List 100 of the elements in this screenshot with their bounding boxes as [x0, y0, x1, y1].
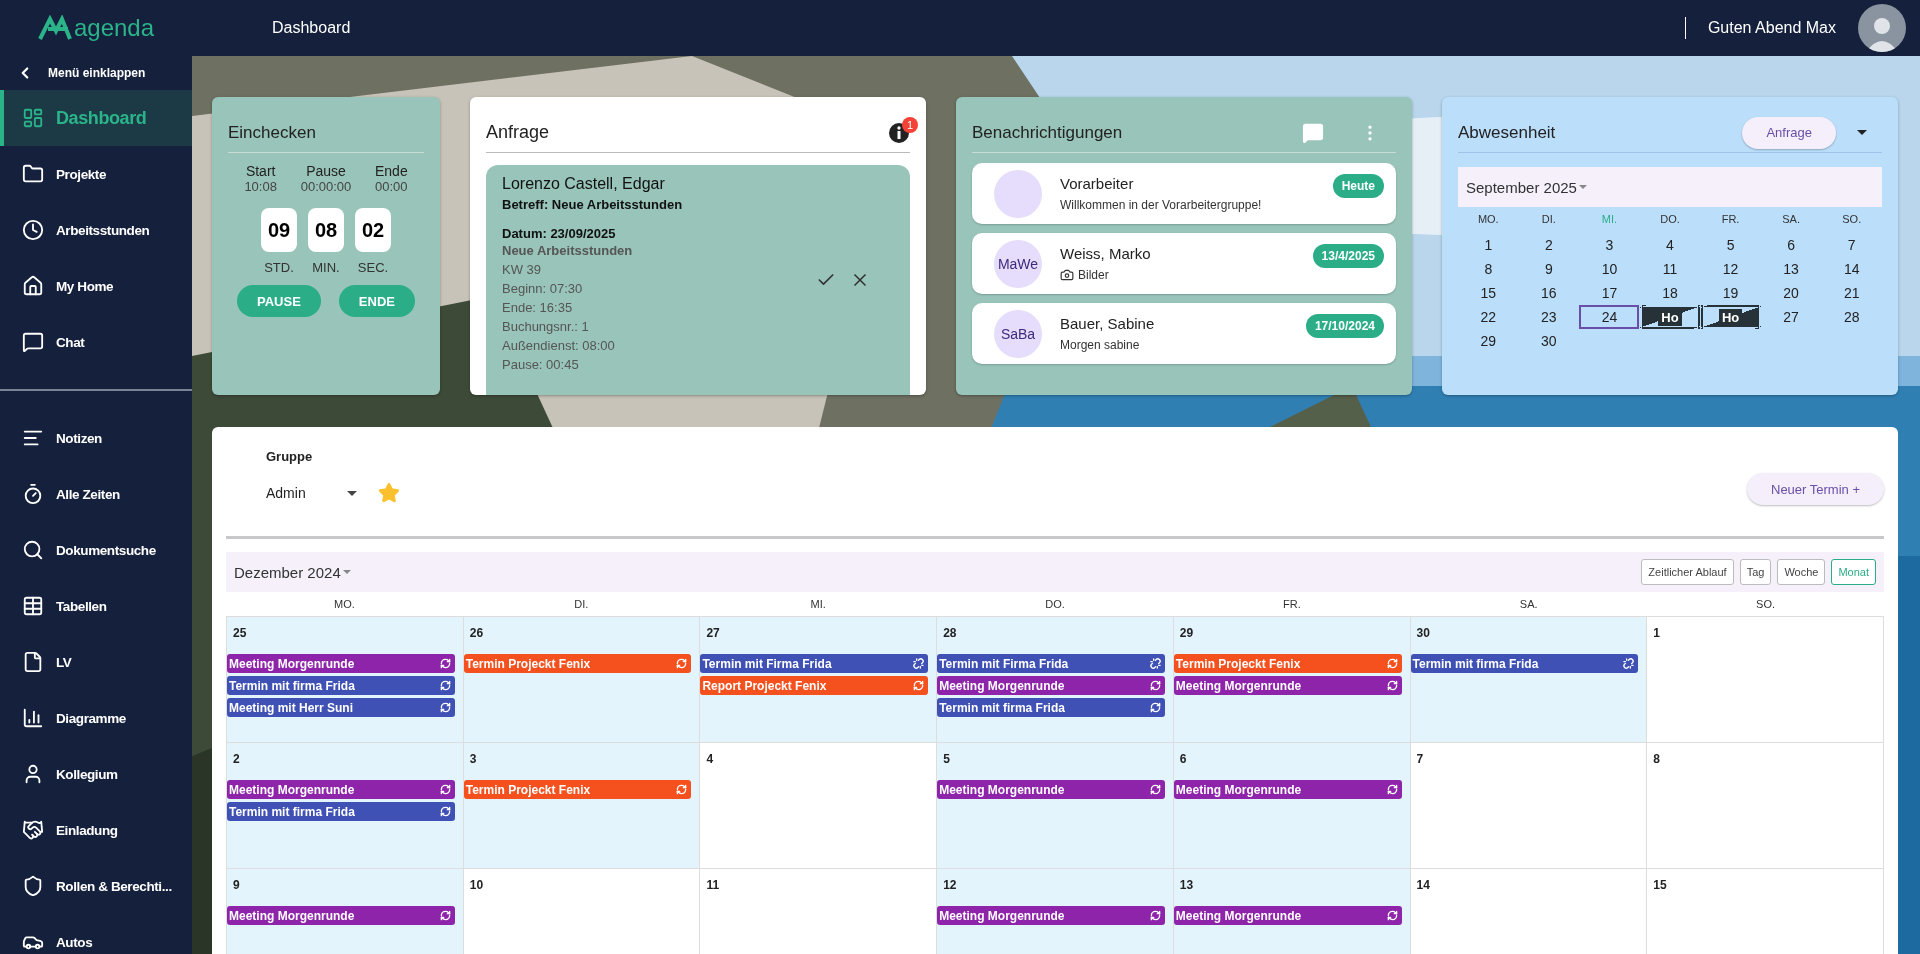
sidebar-item[interactable]: Chat — [0, 314, 192, 370]
calendar-day[interactable]: 9 — [1518, 257, 1579, 281]
sidebar-item[interactable]: Dashboard — [0, 90, 192, 146]
calendar-event[interactable]: Meeting Morgenrunde — [227, 780, 455, 799]
calendar-day[interactable]: 21 — [1821, 281, 1882, 305]
calendar-event[interactable]: Meeting Morgenrunde — [937, 676, 1165, 695]
view-tab[interactable]: Zeitlicher Ablauf — [1641, 559, 1734, 585]
calendar-event[interactable]: Meeting Morgenrunde — [227, 654, 455, 673]
message-text: Bilder — [1078, 268, 1109, 282]
calendar-day[interactable]: 15 — [1458, 281, 1519, 305]
sidebar-item[interactable]: Kollegium — [0, 746, 192, 802]
avatar[interactable] — [1858, 4, 1906, 52]
calendar-event[interactable]: Termin mit firma Frida — [937, 698, 1165, 717]
repeat-icon — [439, 784, 451, 795]
absence-day[interactable]: Ho — [1640, 305, 1700, 329]
month-selector[interactable]: September 2025 — [1466, 178, 1587, 196]
sidebar-item[interactable]: Rollen & Berechti... — [0, 858, 192, 914]
calendar-event[interactable]: Termin mit firma Frida — [227, 676, 455, 695]
calendar-event[interactable]: Termin mit firma Frida — [1410, 654, 1639, 673]
calendar-day[interactable]: 14 — [1821, 257, 1882, 281]
calendar-event[interactable]: Meeting Morgenrunde — [1173, 906, 1402, 925]
timer-digits: 09 — [261, 208, 297, 252]
notification-item[interactable]: MaWe Weiss, Marko Bilder 13/4/2025 — [972, 233, 1396, 294]
chat-icon — [22, 331, 44, 353]
sidebar-item[interactable]: Tabellen — [0, 578, 192, 634]
calendar-day[interactable]: 4 — [1640, 233, 1700, 257]
sidebar-item[interactable]: LV — [0, 634, 192, 690]
sidebar-item[interactable]: Projekte — [0, 146, 192, 202]
calendar-day[interactable]: 10 — [1579, 257, 1640, 281]
calendar-day[interactable]: 28 — [1821, 305, 1882, 329]
month-selector[interactable]: Dezember 2024 — [234, 563, 351, 581]
calendar-day[interactable]: 24 — [1579, 305, 1640, 329]
calendar-event[interactable]: Meeting Morgenrunde — [937, 906, 1165, 925]
calendar-event[interactable]: Meeting Morgenrunde — [937, 780, 1165, 799]
date-badge: 17/10/2024 — [1305, 314, 1384, 338]
calendar-day[interactable]: 23 — [1518, 305, 1579, 329]
day-number: 30 — [1415, 625, 1431, 642]
new-appointment-button[interactable]: Neuer Termin + — [1747, 473, 1884, 505]
notification-badge: 1 — [902, 116, 918, 133]
calendar-day[interactable]: 16 — [1518, 281, 1579, 305]
request-button[interactable]: Anfrage — [1742, 116, 1836, 149]
calendar-event[interactable]: Meeting Morgenrunde — [227, 906, 455, 925]
calendar-day[interactable]: 20 — [1761, 281, 1822, 305]
star-icon[interactable] — [377, 482, 400, 504]
repeat-icon — [1386, 680, 1398, 691]
calendar-day[interactable]: 13 — [1761, 257, 1822, 281]
group-select[interactable]: Admin — [266, 485, 358, 501]
dropdown-icon[interactable] — [1856, 128, 1868, 137]
sidebar-item[interactable]: Arbeitsstunden — [0, 202, 192, 258]
calendar-event[interactable]: Meeting mit Herr Suni — [227, 698, 455, 717]
logo-text: agenda — [73, 14, 155, 42]
calendar-day[interactable]: 12 — [1700, 257, 1761, 281]
notification-item[interactable]: SaBa Bauer, Sabine Morgen sabine 17/10/2024 — [972, 303, 1396, 364]
day-number: 2 — [232, 751, 241, 768]
calendar-day[interactable]: 3 — [1579, 233, 1640, 257]
calendar-day[interactable]: 11 — [1640, 257, 1700, 281]
absence-day[interactable]: Ho — [1700, 305, 1761, 329]
sender-name: Weiss, Marko — [1060, 245, 1152, 262]
calendar-day[interactable]: 7 — [1821, 233, 1882, 257]
calendar-day[interactable]: 6 — [1761, 233, 1822, 257]
day-number: 29 — [1178, 625, 1195, 642]
sidebar-item[interactable]: Einladung — [0, 802, 192, 858]
calendar-event[interactable]: Termin mit firma Frida — [227, 802, 455, 821]
weekday-label: FR. — [1721, 213, 1740, 227]
avatar — [994, 169, 1042, 218]
sidebar-item[interactable]: Alle Zeiten — [0, 466, 192, 522]
sidebar-item[interactable]: My Home — [0, 258, 192, 314]
calendar-event[interactable]: Termin mit Firma Frida — [700, 654, 929, 673]
calendar-day[interactable]: 5 — [1700, 233, 1761, 257]
repeat-icon — [1149, 680, 1161, 691]
sidebar-item[interactable]: Notizen — [0, 410, 192, 466]
day-number: 1 — [1652, 625, 1661, 642]
date-badge: 13/4/2025 — [1312, 244, 1384, 268]
sidebar-item[interactable]: Diagramme — [0, 690, 192, 746]
calendar-day[interactable]: 19 — [1700, 281, 1761, 305]
sidebar-item[interactable]: Autos — [0, 914, 192, 954]
column-label: Start — [244, 163, 277, 179]
calendar-day[interactable]: 27 — [1761, 305, 1822, 329]
request-subject: Betreff: Neue Arbeitsstunden — [502, 197, 684, 212]
request-date: Datum: 23/09/2025 — [502, 226, 617, 241]
calendar-event[interactable]: Meeting Morgenrunde — [1173, 780, 1402, 799]
calendar-day[interactable]: 18 — [1640, 281, 1700, 305]
calendar-day[interactable]: 1 — [1458, 233, 1519, 257]
collapse-menu-button[interactable]: Menü einklappen — [0, 56, 192, 90]
calendar-day[interactable]: 29 — [1458, 329, 1519, 353]
view-tab[interactable]: Woche — [1777, 559, 1826, 585]
calendar-event[interactable]: Termin mit Firma Frida — [937, 654, 1165, 673]
calendar-event[interactable]: Meeting Morgenrunde — [1173, 676, 1402, 695]
calendar-day[interactable]: 2 — [1518, 233, 1579, 257]
sidebar-item[interactable]: Dokumentsuche — [0, 522, 192, 578]
view-tab[interactable]: Tag — [1739, 559, 1772, 585]
day-number: 13 — [1178, 877, 1195, 894]
notification-item[interactable]: Vorarbeiter Willkommen in der Vorarbeitergruppe! Heute — [972, 163, 1396, 224]
calendar-day[interactable]: 8 — [1458, 257, 1519, 281]
calendar-day[interactable]: 30 — [1518, 329, 1579, 353]
day-number: 12 — [942, 877, 958, 894]
repeat-icon — [439, 806, 451, 817]
calendar-day[interactable]: 22 — [1458, 305, 1519, 329]
calendar-day[interactable]: 17 — [1579, 281, 1640, 305]
weekday-label: MO. — [333, 598, 356, 610]
